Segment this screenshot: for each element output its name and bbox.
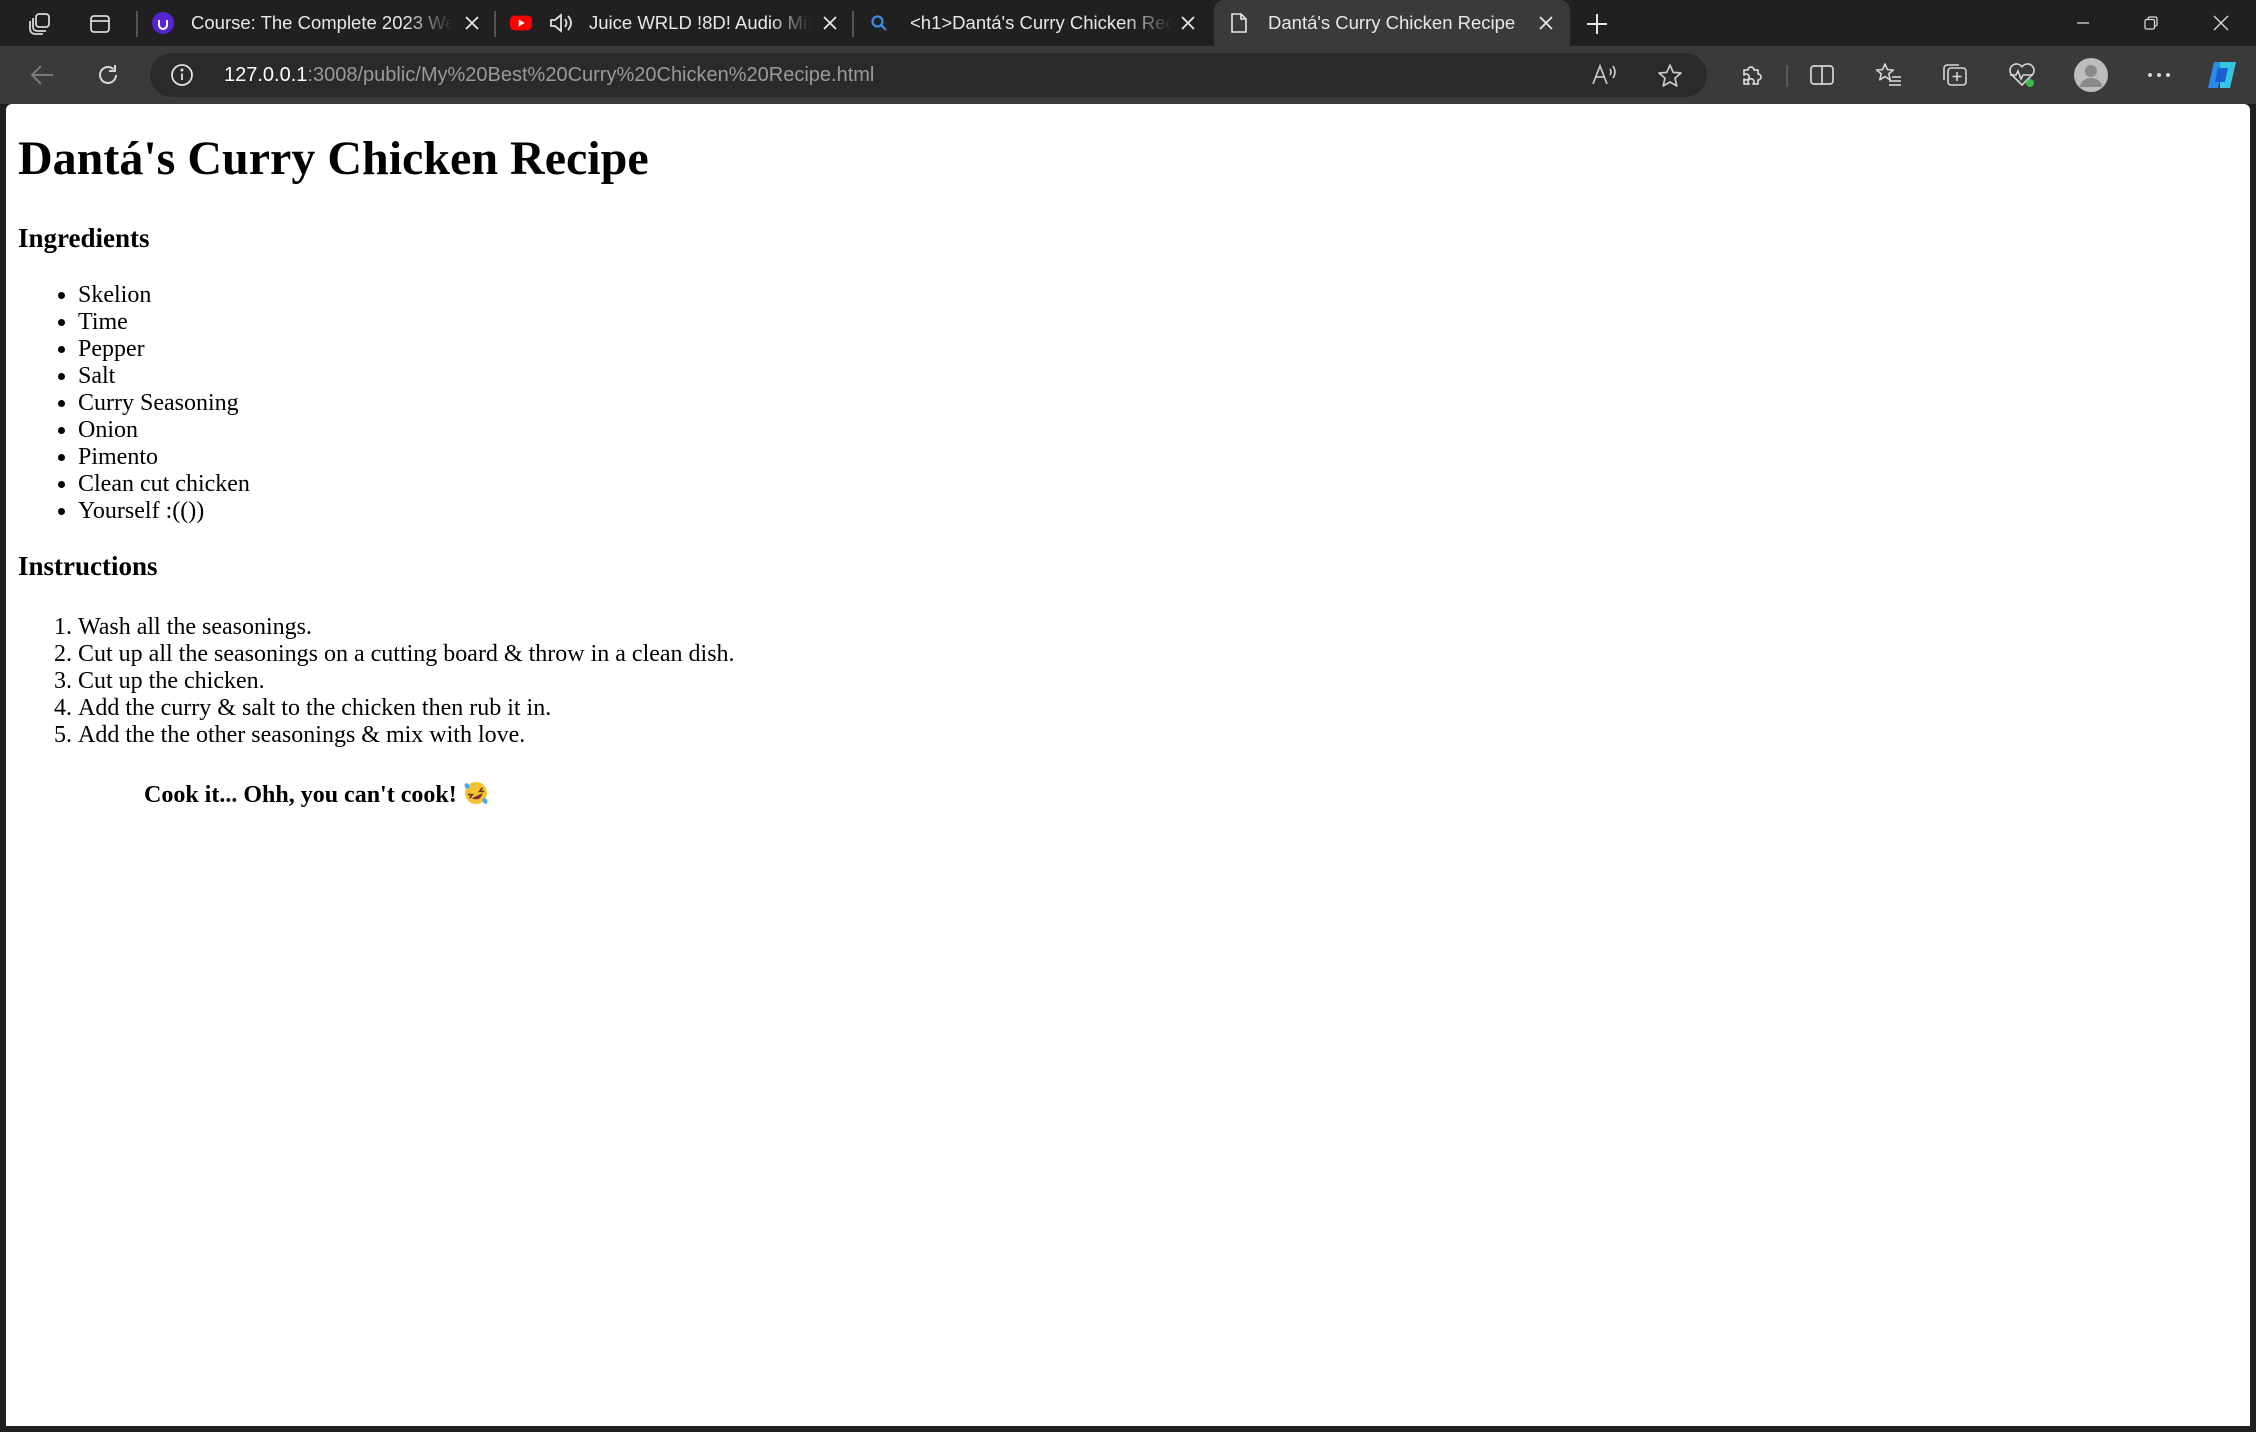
split-screen-icon[interactable] bbox=[1804, 57, 1840, 93]
browser-window: Course: The Complete 2023 Web Juice WRLD… bbox=[0, 0, 2256, 1432]
speaker-icon[interactable] bbox=[548, 12, 574, 34]
collections-icon[interactable] bbox=[1937, 57, 1973, 93]
tab-actions-icon[interactable] bbox=[82, 6, 118, 42]
window-bottom-edge bbox=[0, 1426, 2256, 1432]
list-item: Cut up the chicken. bbox=[78, 668, 735, 695]
favorite-star-icon[interactable] bbox=[1657, 63, 1683, 89]
youtube-icon bbox=[510, 12, 532, 34]
back-icon[interactable] bbox=[24, 57, 60, 93]
copilot-icon[interactable] bbox=[2204, 57, 2240, 93]
favorites-icon[interactable] bbox=[1871, 57, 1907, 93]
list-item: Time bbox=[78, 309, 250, 336]
tab-title: Dantá's Curry Chicken Recipe bbox=[1268, 12, 1516, 33]
list-item: Curry Seasoning bbox=[78, 390, 250, 417]
tab-title: <h1>Dantá's Curry Chicken Recip bbox=[910, 12, 1172, 33]
tab-divider bbox=[852, 11, 854, 37]
list-item: Cut up all the seasonings on a cutting b… bbox=[78, 641, 735, 668]
url-host: 127.0.0.1 bbox=[224, 64, 308, 86]
profile-avatar[interactable] bbox=[2073, 57, 2109, 93]
page-title: Dantá's Curry Chicken Recipe bbox=[18, 132, 649, 185]
tab-divider bbox=[136, 11, 138, 37]
toolbar-divider bbox=[1786, 65, 1788, 87]
refresh-icon[interactable] bbox=[90, 57, 126, 93]
url-text[interactable]: 127.0.0.1:3008/public/My%20Best%20Curry%… bbox=[224, 64, 874, 86]
address-bar[interactable]: 127.0.0.1:3008/public/My%20Best%20Curry%… bbox=[150, 53, 1707, 97]
tab-title: Course: The Complete 2023 Web bbox=[191, 12, 453, 33]
minimize-icon[interactable] bbox=[2049, 0, 2117, 46]
close-window-icon[interactable] bbox=[2187, 0, 2255, 46]
list-item: Pepper bbox=[78, 336, 250, 363]
page-icon bbox=[1228, 12, 1250, 34]
list-item: Skelion bbox=[78, 282, 250, 309]
tab-udemy-course[interactable]: Course: The Complete 2023 Web bbox=[142, 0, 490, 46]
navigation-toolbar: 127.0.0.1:3008/public/My%20Best%20Curry%… bbox=[0, 46, 2256, 104]
tab-divider bbox=[494, 11, 496, 37]
tab-strip: Course: The Complete 2023 Web Juice WRLD… bbox=[0, 0, 2256, 46]
list-item: Pimento bbox=[78, 444, 250, 471]
tab-curry-chicken-recipe[interactable]: Dantá's Curry Chicken Recipe bbox=[1214, 0, 1570, 46]
read-aloud-icon[interactable] bbox=[1590, 62, 1618, 88]
list-item: Wash all the seasonings. bbox=[78, 614, 735, 641]
list-item: Add the the other seasonings & mix with … bbox=[78, 722, 735, 749]
closing-remark: Cook it... Ohh, you can't cook! bbox=[144, 780, 489, 814]
instructions-list: Wash all the seasonings. Cut up all the … bbox=[18, 614, 735, 749]
ingredients-list: Skelion Time Pepper Salt Curry Seasoning… bbox=[18, 282, 250, 525]
browser-essentials-icon[interactable] bbox=[2004, 57, 2040, 93]
site-info-icon[interactable] bbox=[170, 63, 194, 87]
rolling-on-floor-laughing-emoji-icon bbox=[463, 780, 489, 814]
list-item: Clean cut chicken bbox=[78, 471, 250, 498]
search-icon bbox=[868, 12, 890, 34]
url-path: :3008/public/My%20Best%20Curry%20Chicken… bbox=[307, 64, 875, 86]
udemy-icon bbox=[152, 12, 174, 34]
extensions-icon[interactable] bbox=[1734, 57, 1770, 93]
list-item: Salt bbox=[78, 363, 250, 390]
list-item: Add the curry & salt to the chicken then… bbox=[78, 695, 735, 722]
workspaces-icon[interactable] bbox=[22, 6, 58, 42]
list-item: Onion bbox=[78, 417, 250, 444]
ingredients-heading: Ingredients bbox=[18, 223, 150, 253]
close-icon[interactable] bbox=[460, 11, 484, 35]
close-icon[interactable] bbox=[1176, 11, 1200, 35]
closing-text: Cook it... Ohh, you can't cook! bbox=[144, 782, 457, 808]
restore-icon[interactable] bbox=[2117, 0, 2185, 46]
close-icon[interactable] bbox=[818, 11, 842, 35]
instructions-heading: Instructions bbox=[18, 551, 158, 581]
tab-search-results[interactable]: <h1>Dantá's Curry Chicken Recip bbox=[858, 0, 1206, 46]
more-options-icon[interactable] bbox=[2141, 57, 2177, 93]
page-viewport: Dantá's Curry Chicken Recipe Ingredients… bbox=[6, 104, 2250, 1426]
close-icon[interactable] bbox=[1534, 11, 1558, 35]
new-tab-icon[interactable] bbox=[1579, 6, 1615, 42]
list-item: Yourself :(()) bbox=[78, 498, 250, 525]
tab-title: Juice WRLD !8D! Audio Mix bbox=[589, 12, 811, 33]
tab-juice-wrld-audio-mix[interactable]: Juice WRLD !8D! Audio Mix bbox=[500, 0, 848, 46]
